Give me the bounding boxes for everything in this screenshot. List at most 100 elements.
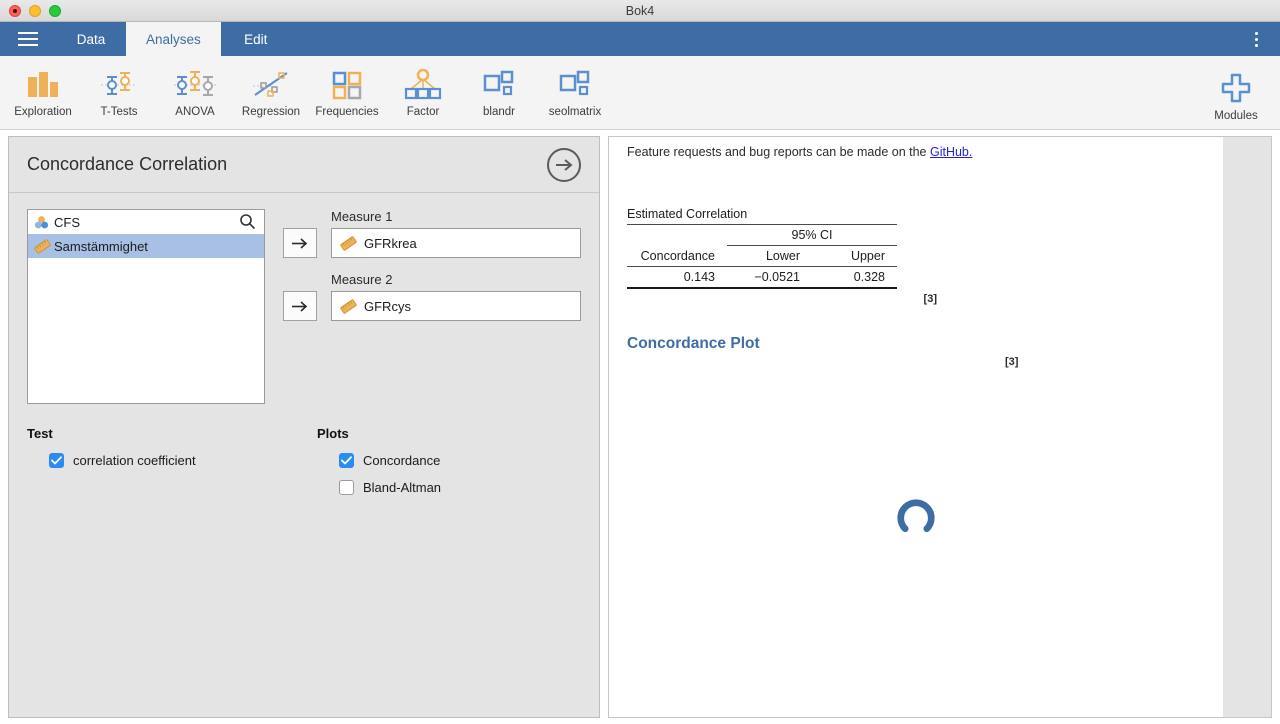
test-group: Test correlation coefficient xyxy=(27,426,317,507)
nominal-icon xyxy=(34,215,54,230)
ribbon-item-regression[interactable]: Regression xyxy=(233,58,309,128)
ribbon-label: T-Tests xyxy=(100,105,138,118)
variable-name: CFS xyxy=(54,214,80,230)
estimated-correlation-table: 95% CI Concordance Lower Upper 0.143 −0.… xyxy=(627,224,897,289)
page-title: Concordance Correlation xyxy=(27,154,228,174)
search-icon[interactable] xyxy=(239,213,256,235)
arrow-right-icon xyxy=(292,300,308,312)
options-body: CFS Samstämmighet Measure 1 GFRkrea Meas… xyxy=(9,193,599,404)
tab-data[interactable]: Data xyxy=(56,22,126,56)
measure-1-value: GFRkrea xyxy=(364,235,417,251)
main-content: Concordance Correlation CFS Samstämmighe… xyxy=(0,130,1280,724)
concordance-plot-title: Concordance Plot xyxy=(627,335,760,352)
results-table-title: Estimated Correlation xyxy=(627,207,748,221)
table-row: 0.143 −0.0521 0.328 xyxy=(627,267,897,288)
ribbon-label: Modules xyxy=(1214,110,1258,122)
cell-concordance: 0.143 xyxy=(683,270,715,284)
measure-2-label: Measure 2 xyxy=(331,272,393,287)
table-header-row: Concordance Lower Upper xyxy=(627,246,897,267)
checkbox-icon xyxy=(339,480,354,495)
analysis-options-panel: Concordance Correlation CFS Samstämmighe… xyxy=(8,136,600,718)
continuous-ruler-icon xyxy=(340,235,360,251)
transfer-to-measure-1-button[interactable] xyxy=(283,228,317,258)
column-header-concordance: Concordance xyxy=(640,248,715,263)
variable-list-row-cfs[interactable]: CFS xyxy=(28,210,264,234)
bar-chart-icon xyxy=(25,64,61,104)
ribbon-item-frequencies[interactable]: Frequencies xyxy=(309,58,385,128)
scatter-line-icon xyxy=(249,64,293,104)
checkbox-correlation-coefficient[interactable]: correlation coefficient xyxy=(27,453,317,468)
measure-2-value: GFRcys xyxy=(364,298,411,314)
table-footnote: [3] xyxy=(923,293,937,305)
measure-fields: Measure 1 GFRkrea Measure 2 GFRcys xyxy=(283,209,581,404)
ribbon-label: blandr xyxy=(483,105,515,118)
squares-cluster-icon xyxy=(557,64,593,104)
squares-grid-icon xyxy=(329,64,365,104)
ribbon-item-blandr[interactable]: blandr xyxy=(461,58,537,128)
squares-cluster-icon xyxy=(481,64,517,104)
tab-edit[interactable]: Edit xyxy=(221,22,291,56)
ribbon-item-exploration[interactable]: Exploration xyxy=(5,58,81,128)
analyses-ribbon: Exploration T-Tests ANOVA Regression Fre… xyxy=(0,56,1280,130)
ribbon-item-t-tests[interactable]: T-Tests xyxy=(81,58,157,128)
cell-lower: −0.0521 xyxy=(754,270,800,284)
continuous-ruler-icon xyxy=(34,238,54,254)
checkbox-label: Bland-Altman xyxy=(363,480,442,495)
variable-list-row-samstammighet[interactable]: Samstämmighet xyxy=(28,234,264,258)
checkbox-concordance[interactable]: Concordance xyxy=(317,453,441,468)
column-header-lower: Lower xyxy=(765,249,800,263)
error-bars-icon xyxy=(99,64,139,104)
measure-1-label: Measure 1 xyxy=(331,209,393,224)
ribbon-label: Regression xyxy=(241,105,301,118)
checkbox-label: Concordance xyxy=(363,453,441,468)
transfer-to-measure-2-button[interactable] xyxy=(283,291,317,321)
tab-analyses[interactable]: Analyses xyxy=(126,22,221,56)
column-header-upper: Upper xyxy=(850,249,885,263)
plot-footnote: [3] xyxy=(1005,356,1019,368)
results-panel: Feature requests and bug reports can be … xyxy=(608,136,1272,718)
cell-upper: 0.328 xyxy=(853,270,885,284)
ribbon-label: seolmatrix xyxy=(548,105,602,118)
error-bars-triple-icon xyxy=(172,64,218,104)
ci-header-cell: 95% CI xyxy=(727,224,897,246)
measure-2-group: Measure 2 GFRcys xyxy=(283,272,581,321)
plot-loading-area xyxy=(609,368,1223,668)
results-document[interactable]: Feature requests and bug reports can be … xyxy=(609,137,1223,717)
measure-2-field[interactable]: GFRcys xyxy=(331,291,581,321)
ribbon-label: ANOVA xyxy=(175,105,215,118)
test-group-title: Test xyxy=(27,426,53,441)
ribbon-item-modules[interactable]: Modules xyxy=(1198,62,1274,132)
hamburger-icon[interactable] xyxy=(0,22,56,56)
ribbon-item-anova[interactable]: ANOVA xyxy=(157,58,233,128)
spacer-cell xyxy=(627,225,727,246)
table-ci-header-row: 95% CI xyxy=(627,224,897,246)
note-text: Feature requests and bug reports can be … xyxy=(627,145,930,159)
ribbon-item-factor[interactable]: Factor xyxy=(385,58,461,128)
overflow-menu-icon[interactable] xyxy=(1242,22,1270,56)
options-header: Concordance Correlation xyxy=(9,137,599,193)
window-title-bar: Bok4 xyxy=(0,0,1280,22)
plus-cross-icon xyxy=(1220,68,1252,108)
window-title: Bok4 xyxy=(625,3,655,18)
continuous-ruler-icon xyxy=(340,298,360,314)
loading-spinner-icon xyxy=(897,499,935,533)
arrow-right-circle-icon[interactable] xyxy=(547,147,581,182)
measure-1-group: Measure 1 GFRkrea xyxy=(283,209,581,258)
arrow-right-icon xyxy=(292,237,308,249)
checkbox-label: correlation coefficient xyxy=(73,453,196,468)
ribbon-item-seolmatrix[interactable]: seolmatrix xyxy=(537,58,613,128)
plots-group-title: Plots xyxy=(317,426,349,441)
variable-name: Samstämmighet xyxy=(54,238,148,254)
plots-group: Plots Concordance Bland-Altman xyxy=(317,426,441,507)
checkbox-bland-altman[interactable]: Bland-Altman xyxy=(317,480,441,495)
ribbon-tab-bar: Data Analyses Edit xyxy=(0,22,1280,56)
ribbon-label: Factor xyxy=(406,105,440,118)
checkbox-icon xyxy=(339,453,354,468)
variable-list[interactable]: CFS Samstämmighet xyxy=(27,209,265,404)
measure-1-field[interactable]: GFRkrea xyxy=(331,228,581,258)
factor-tree-icon xyxy=(403,64,443,104)
github-link[interactable]: GitHub. xyxy=(930,145,972,159)
option-checkbox-groups: Test correlation coefficient Plots Conco… xyxy=(9,404,599,507)
checkbox-icon xyxy=(49,453,64,468)
ribbon-label: Frequencies xyxy=(315,105,379,118)
